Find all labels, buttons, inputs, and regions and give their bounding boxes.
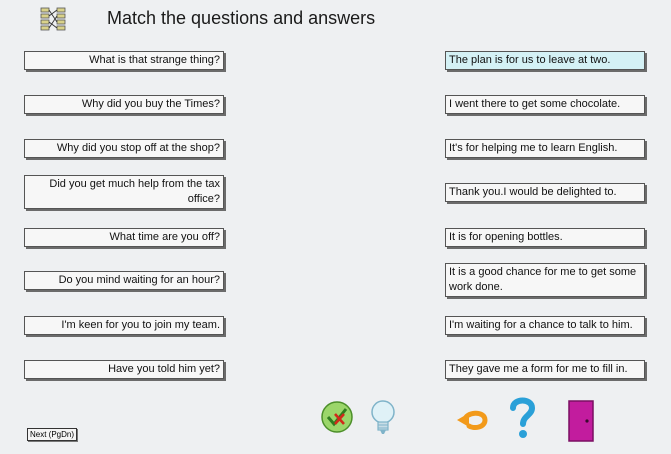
answer-box-7[interactable]: I'm waiting for a chance to talk to him. [445,316,645,335]
answer-box-4[interactable]: Thank you.I would be delighted to. [445,183,645,202]
app-header [40,6,66,32]
page-title: Match the questions and answers [107,8,376,28]
question-box-1[interactable]: What is that strange thing? [24,51,224,70]
undo-arrow-icon[interactable] [455,404,495,434]
answer-box-6[interactable]: It is a good chance for me to get some w… [445,263,645,297]
next-button[interactable]: Next (PgDn) [27,428,78,441]
question-box-6[interactable]: Do you mind waiting for an hour? [24,271,224,290]
question-box-2[interactable]: Why did you buy the Times? [24,95,224,114]
question-box-4[interactable]: Did you get much help from the tax offic… [24,175,224,209]
answer-box-1[interactable]: The plan is for us to leave at two. [445,51,645,70]
exit-door-icon[interactable] [567,399,595,443]
question-box-7[interactable]: I'm keen for you to join my team. [24,316,224,335]
answer-box-2[interactable]: I went there to get some chocolate. [445,95,645,114]
answer-box-3[interactable]: It's for helping me to learn English. [445,139,645,158]
question-box-3[interactable]: Why did you stop off at the shop? [24,139,224,158]
question-box-8[interactable]: Have you told him yet? [24,360,224,379]
answer-box-5[interactable]: It is for opening bottles. [445,228,645,247]
answer-box-8[interactable]: They gave me a form for me to fill in. [445,360,645,379]
question-mark-icon[interactable] [505,396,539,440]
check-cross-icon[interactable] [320,400,354,434]
match-logo-icon [40,7,66,31]
lightbulb-icon[interactable] [368,398,398,438]
question-box-5[interactable]: What time are you off? [24,228,224,247]
